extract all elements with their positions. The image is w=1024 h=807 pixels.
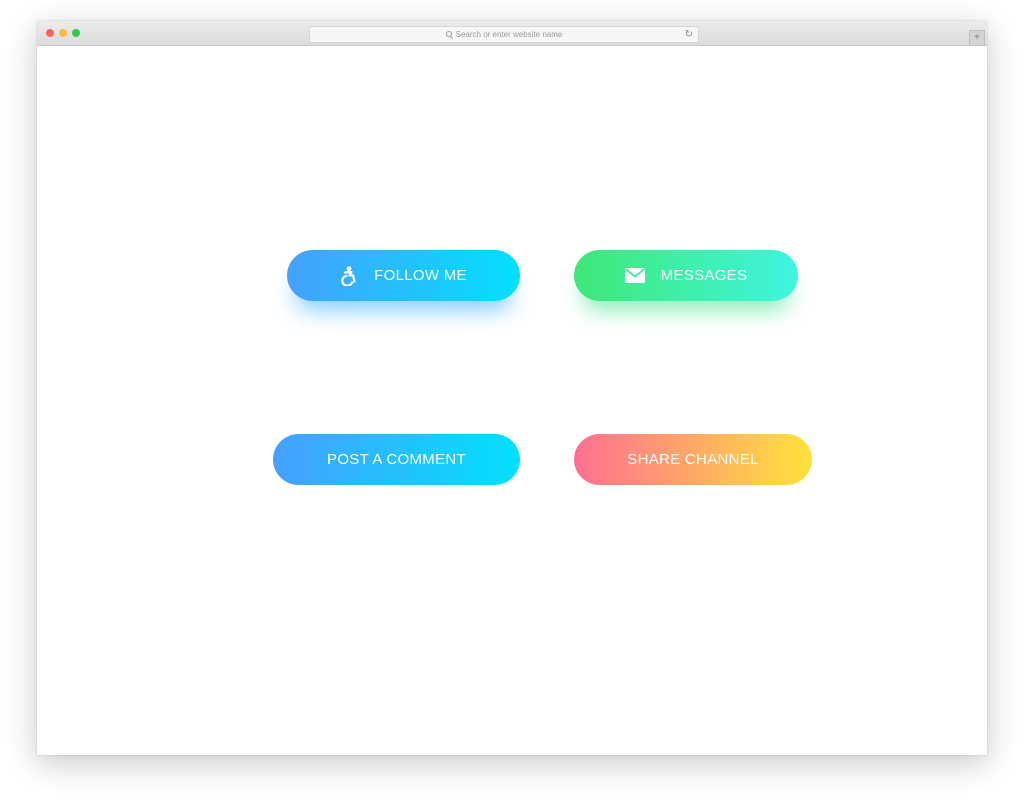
plus-icon[interactable]: + xyxy=(969,30,985,46)
address-bar[interactable]: Search or enter website name ↻ xyxy=(309,26,699,43)
maximize-window-button[interactable] xyxy=(72,29,80,37)
share-channel-label: SHARE CHANNEL xyxy=(627,451,759,468)
messages-label: MESSAGES xyxy=(660,267,748,284)
share-channel-button[interactable]: SHARE CHANNEL xyxy=(574,434,812,485)
browser-window: Search or enter website name ↻ + FOLLOW … xyxy=(37,21,987,755)
minimize-window-button[interactable] xyxy=(59,29,67,37)
follow-me-label: FOLLOW ME xyxy=(374,267,467,284)
address-bar-placeholder: Search or enter website name xyxy=(455,30,563,39)
follow-me-button[interactable]: FOLLOW ME xyxy=(287,250,520,301)
post-a-comment-label: POST A COMMENT xyxy=(327,451,466,468)
messages-button[interactable]: MESSAGES xyxy=(574,250,798,301)
envelope-icon xyxy=(624,268,645,283)
browser-titlebar: Search or enter website name ↻ + xyxy=(37,21,987,46)
close-window-button[interactable] xyxy=(46,29,54,37)
search-icon xyxy=(445,31,453,38)
reload-icon[interactable]: ↻ xyxy=(685,27,693,42)
post-a-comment-button[interactable]: POST A COMMENT xyxy=(273,434,520,485)
accessibility-icon xyxy=(340,265,358,286)
